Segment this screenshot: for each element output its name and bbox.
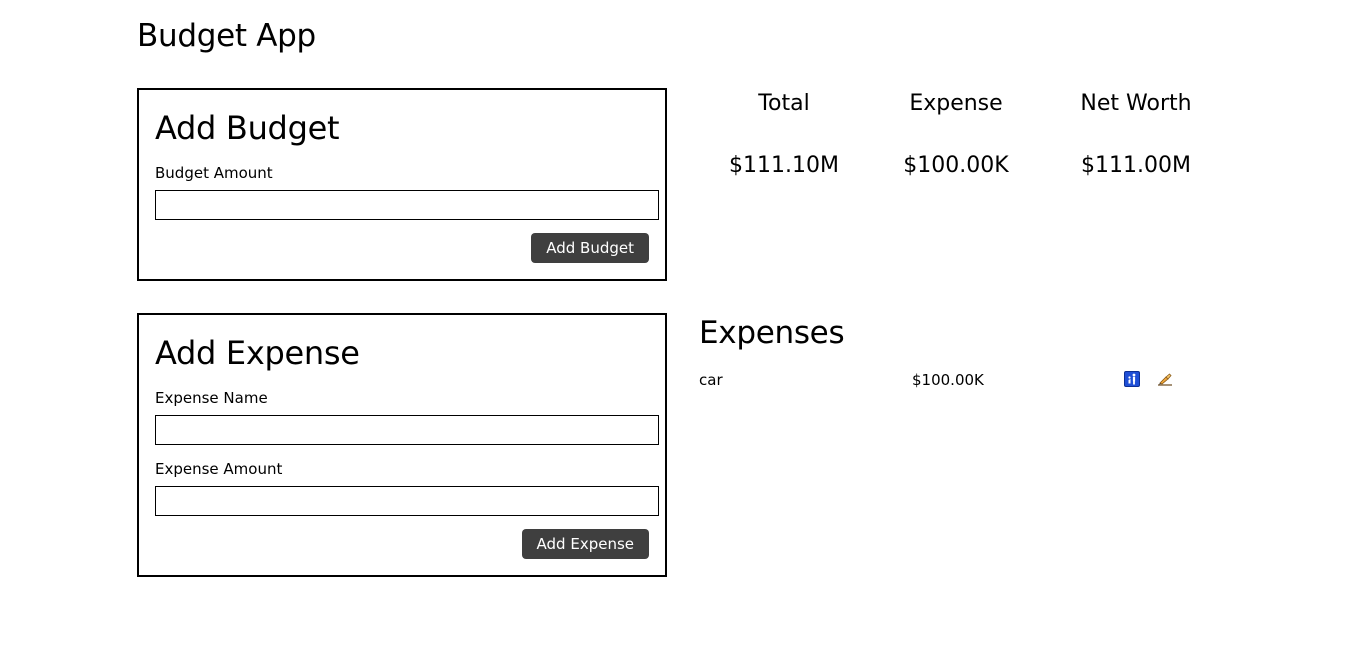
summary-total: Total $111.10M — [699, 88, 869, 182]
page-title: Budget App — [137, 18, 316, 54]
add-budget-title: Add Budget — [155, 109, 340, 147]
expense-total-value: $100.00K — [903, 153, 1009, 178]
expense-name-input[interactable] — [155, 415, 659, 445]
writing-hand-icon[interactable] — [1157, 371, 1173, 387]
add-expense-button[interactable]: Add Expense — [521, 529, 649, 559]
total-label: Total — [758, 91, 810, 116]
expenses-heading: Expenses — [699, 315, 845, 351]
add-expense-title: Add Expense — [155, 334, 360, 372]
expense-total-label: Expense — [909, 91, 1003, 116]
restroom-icon[interactable] — [1124, 371, 1140, 387]
add-expense-card: Add Expense Expense Name Expense Amount … — [137, 313, 667, 577]
summary-expense: Expense $100.00K — [871, 88, 1041, 182]
summary-net-worth: Net Worth $111.00M — [1051, 88, 1221, 182]
total-value: $111.10M — [729, 153, 839, 178]
expense-amount-input[interactable] — [155, 486, 659, 516]
budget-amount-label: Budget Amount — [155, 164, 273, 182]
expense-list-item: car $100.00K — [699, 368, 1219, 392]
expense-amount-label: Expense Amount — [155, 460, 283, 478]
expense-name-label: Expense Name — [155, 389, 268, 407]
net-worth-value: $111.00M — [1081, 153, 1191, 178]
add-budget-card: Add Budget Budget Amount Add Budget — [137, 88, 667, 281]
budget-amount-input[interactable] — [155, 190, 659, 220]
net-worth-label: Net Worth — [1080, 91, 1192, 116]
expense-item-amount: $100.00K — [912, 371, 984, 389]
expense-item-name: car — [699, 371, 723, 389]
add-budget-button[interactable]: Add Budget — [531, 233, 649, 263]
